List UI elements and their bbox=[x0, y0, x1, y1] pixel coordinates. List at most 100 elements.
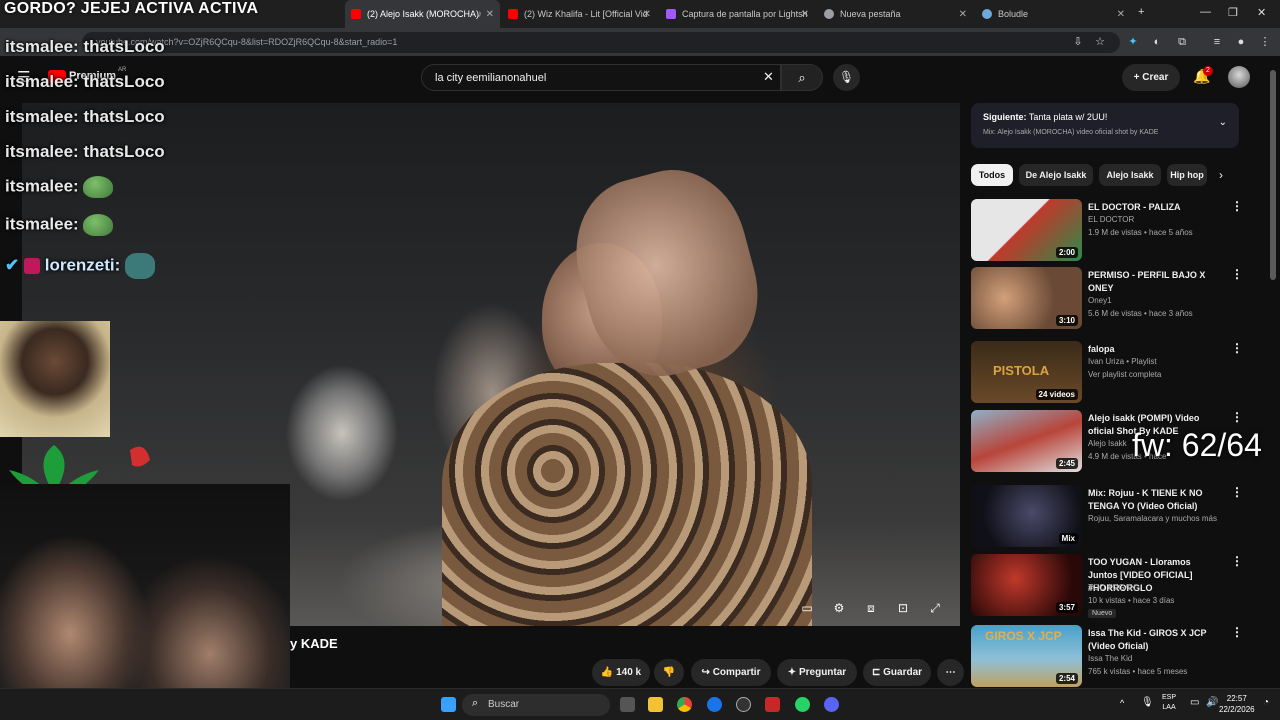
thumbnail[interactable]: 3:57 bbox=[971, 554, 1082, 616]
rec-channel[interactable]: EL DOCTOR bbox=[1088, 215, 1134, 224]
more-options-icon[interactable]: ⋮ bbox=[1231, 410, 1243, 424]
account-avatar[interactable] bbox=[1228, 66, 1250, 88]
rec-channel[interactable]: Alejo Isakk bbox=[1088, 439, 1127, 448]
microphone-icon[interactable]: 🎙 bbox=[1141, 697, 1154, 708]
notification-center-icon[interactable]: ◔ bbox=[1263, 697, 1269, 708]
minimize-icon[interactable]: — bbox=[1200, 6, 1211, 18]
rec-channel[interactable]: Ivan Uriza • Playlist bbox=[1088, 357, 1157, 366]
tab-lightshot[interactable]: Captura de pantalla por Lightsh ✕ bbox=[660, 0, 815, 28]
chip-todos[interactable]: Todos bbox=[971, 164, 1013, 186]
dislike-button[interactable]: 👎 bbox=[654, 659, 684, 686]
chevron-right-icon[interactable]: › bbox=[1219, 168, 1223, 182]
rec-title[interactable]: PERMISO - PERFIL BAJO X ONEY bbox=[1088, 269, 1218, 295]
restore-icon[interactable]: ❐ bbox=[1228, 6, 1238, 19]
language-indicator[interactable]: ESP LAA bbox=[1162, 693, 1176, 713]
page-scrollbar[interactable] bbox=[1270, 70, 1276, 280]
rec-title[interactable]: Issa The Kid - GIROS X JCP (Video Oficia… bbox=[1088, 627, 1218, 653]
close-tab-icon[interactable]: ✕ bbox=[801, 9, 809, 20]
extension-icon[interactable]: ✦ bbox=[1126, 35, 1140, 49]
task-view-icon[interactable] bbox=[620, 697, 635, 712]
like-button[interactable]: 👍 140 k bbox=[592, 659, 650, 686]
rec-channel[interactable]: TOO YUGAN bbox=[1088, 583, 1136, 592]
volume-icon[interactable]: 🔊 bbox=[1206, 697, 1218, 708]
tab-boludle[interactable]: Boludle ✕ bbox=[976, 0, 1131, 28]
tab-wiz-khalifa[interactable]: (2) Wiz Khalifa - Lit [Official Vid ✕ bbox=[502, 0, 657, 28]
recommendation-item[interactable]: 3:57 TOO YUGAN - Lloramos Juntos [VIDEO … bbox=[971, 554, 1251, 618]
dark-mode-icon[interactable]: ◐ bbox=[1150, 35, 1164, 49]
tab-alejo-isakk[interactable]: (2) Alejo Isakk (MOROCHA) ♪ ✕ bbox=[345, 0, 500, 28]
network-icon[interactable]: ▭ bbox=[1190, 697, 1199, 708]
reading-list-icon[interactable]: ≡ bbox=[1210, 35, 1224, 49]
thumbnail[interactable]: 3:10 bbox=[971, 267, 1082, 329]
more-options-icon[interactable]: ⋮ bbox=[1231, 267, 1243, 281]
thumbnail[interactable]: 2:00 bbox=[971, 199, 1082, 261]
taskbar-clock[interactable]: 22:57 22/2/2026 bbox=[1219, 693, 1255, 715]
ask-button[interactable]: ✦ Preguntar bbox=[777, 659, 857, 686]
url-field[interactable]: youtube.com/watch?v=OZjR6QCqu-8&list=RDO… bbox=[82, 32, 1120, 53]
settings-gear-icon[interactable]: ⚙ bbox=[831, 600, 847, 616]
rec-meta[interactable]: Ver playlist completa bbox=[1088, 370, 1161, 379]
more-options-icon[interactable]: ⋮ bbox=[1231, 625, 1243, 639]
more-options-icon[interactable]: ⋮ bbox=[1231, 485, 1243, 499]
duration-badge: 2:00 bbox=[1055, 247, 1078, 258]
close-tab-icon[interactable]: ✕ bbox=[959, 9, 967, 20]
chip-alejo-isakk[interactable]: Alejo Isakk bbox=[1099, 164, 1161, 186]
thumbnail[interactable]: Mix bbox=[971, 485, 1082, 547]
windows-start-icon[interactable] bbox=[441, 697, 456, 712]
more-options-icon[interactable]: ⋮ bbox=[1231, 199, 1243, 213]
recommendation-item[interactable]: 3:10 PERMISO - PERFIL BAJO X ONEY Oney1 … bbox=[971, 267, 1251, 331]
miniplayer-icon[interactable]: ⧈ bbox=[863, 600, 879, 616]
rec-channel[interactable]: Oney1 bbox=[1088, 296, 1112, 305]
up-next-card[interactable]: Siguiente: Tanta plata w/ 2UU! Mix: Alej… bbox=[971, 103, 1239, 148]
recommendation-item[interactable]: PISTOLA 24 videos falopa Ivan Uriza • Pl… bbox=[971, 341, 1251, 405]
taskbar-search[interactable]: Buscar bbox=[462, 694, 610, 716]
rec-title[interactable]: falopa bbox=[1088, 343, 1218, 356]
chrome-menu-icon[interactable]: ⋮ bbox=[1258, 35, 1272, 49]
search-button[interactable]: ⌕ bbox=[781, 64, 823, 91]
cast-icon[interactable]: ⊡ bbox=[895, 600, 911, 616]
thumbnail[interactable]: PISTOLA 24 videos bbox=[971, 341, 1082, 403]
subtitles-icon[interactable]: ▭ bbox=[799, 600, 815, 616]
share-button[interactable]: ↪ Compartir bbox=[691, 659, 771, 686]
thumbnail[interactable]: GIROS X JCP 2:54 bbox=[971, 625, 1082, 687]
close-window-icon[interactable]: ✕ bbox=[1257, 6, 1266, 19]
rec-channel[interactable]: Issa The Kid bbox=[1088, 654, 1132, 663]
recommendation-item[interactable]: 2:00 EL DOCTOR - PALIZA EL DOCTOR 1.9 M … bbox=[971, 199, 1251, 263]
discord-icon[interactable] bbox=[824, 697, 839, 712]
recommendation-item[interactable]: Mix Mix: Rojuu - K TIENE K NO TENGA YO (… bbox=[971, 485, 1251, 549]
whatsapp-icon[interactable] bbox=[795, 697, 810, 712]
chevron-up-icon[interactable]: ^ bbox=[1120, 698, 1124, 708]
rec-channel[interactable]: Rojuu, Saramalacara y muchos más bbox=[1088, 514, 1217, 523]
save-button[interactable]: ⊏ Guardar bbox=[863, 659, 931, 686]
more-options-icon[interactable]: ⋮ bbox=[1231, 554, 1243, 568]
thumbnail[interactable]: 2:45 bbox=[971, 410, 1082, 472]
chevron-down-icon[interactable]: ⌄ bbox=[1219, 117, 1227, 128]
chrome-alt-icon[interactable] bbox=[707, 697, 722, 712]
bookmark-star-icon[interactable]: ☆ bbox=[1093, 35, 1107, 49]
rec-title[interactable]: EL DOCTOR - PALIZA bbox=[1088, 201, 1218, 214]
chip-hip-hop[interactable]: Hip hop bbox=[1167, 164, 1207, 186]
obs-icon[interactable] bbox=[736, 697, 751, 712]
close-tab-icon[interactable]: ✕ bbox=[643, 9, 651, 20]
extensions-puzzle-icon[interactable]: ⧉ bbox=[1175, 35, 1189, 49]
rec-title[interactable]: Mix: Rojuu - K TIENE K NO TENGA YO (Vide… bbox=[1088, 487, 1218, 513]
close-tab-icon[interactable]: ✕ bbox=[1117, 9, 1125, 20]
file-explorer-icon[interactable] bbox=[648, 697, 663, 712]
chrome-icon[interactable] bbox=[677, 697, 692, 712]
create-button[interactable]: + Crear bbox=[1122, 64, 1180, 91]
clear-search-icon[interactable]: ✕ bbox=[763, 69, 774, 85]
recommendation-item[interactable]: GIROS X JCP 2:54 Issa The Kid - GIROS X … bbox=[971, 625, 1251, 689]
chip-de-alejo-isakk[interactable]: De Alejo Isakk bbox=[1019, 164, 1093, 186]
install-icon[interactable]: ⇩ bbox=[1071, 35, 1085, 49]
search-input[interactable]: la city eemilianonahuel bbox=[421, 64, 781, 91]
more-actions-button[interactable]: ⋯ bbox=[937, 659, 964, 686]
close-tab-icon[interactable]: ✕ bbox=[486, 9, 494, 20]
more-options-icon[interactable]: ⋮ bbox=[1231, 341, 1243, 355]
fullscreen-icon[interactable]: ⤢ bbox=[927, 600, 943, 616]
like-count: 140 k bbox=[616, 667, 642, 678]
app-icon[interactable] bbox=[765, 697, 780, 712]
voice-search-button[interactable]: 🎙 bbox=[833, 64, 860, 91]
profile-icon[interactable]: ● bbox=[1234, 35, 1248, 49]
tab-new-tab[interactable]: Nueva pestaña ✕ bbox=[818, 0, 973, 28]
new-tab-icon[interactable]: + bbox=[1138, 6, 1144, 18]
